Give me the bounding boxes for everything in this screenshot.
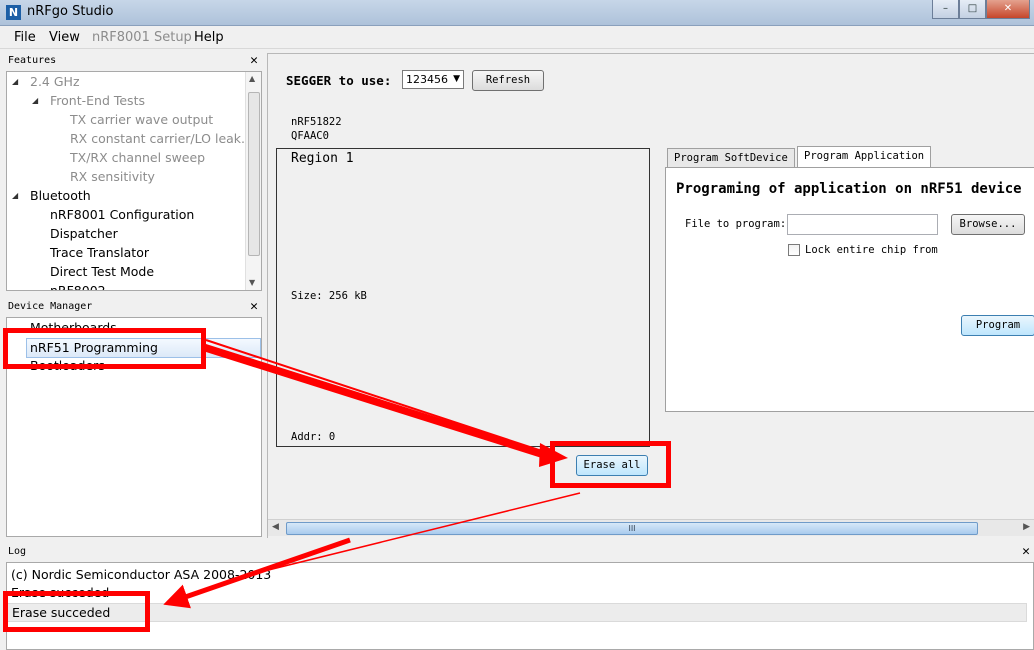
log-line-selected: Erase succeded <box>7 603 1027 622</box>
file-to-program-input[interactable] <box>787 214 938 235</box>
tree-item-dispatcher[interactable]: Dispatcher <box>50 226 118 245</box>
scroll-up-icon[interactable]: ▲ <box>249 74 255 83</box>
maximize-button[interactable]: □ <box>959 0 986 19</box>
window-controls: – □ ✕ <box>932 0 1030 19</box>
features-title: Features <box>8 55 57 66</box>
tree-item-trace-translator[interactable]: Trace Translator <box>50 245 149 264</box>
annotation-box-device <box>3 328 206 369</box>
log-title: Log <box>8 546 27 557</box>
device-manager-title: Device Manager <box>8 301 93 312</box>
tree-item-front-end-tests[interactable]: Front-End Tests <box>50 93 145 112</box>
program-title: Programing of application on nRF51 devic… <box>676 181 1022 197</box>
log-header: Log ✕ <box>6 543 1034 561</box>
scrollbar-thumb[interactable] <box>248 92 260 256</box>
menu-nrf8001-setup[interactable]: nRF8001 Setup <box>92 30 192 45</box>
file-to-program-label: File to program: <box>685 218 787 230</box>
app-logo-icon: N <box>6 5 21 20</box>
dropdown-arrow-icon: ▼ <box>453 74 460 84</box>
expand-arrow-icon[interactable]: ◢ <box>12 191 18 200</box>
window-title: nRFgo Studio <box>27 4 114 19</box>
scrollbar-thumb[interactable]: III <box>286 522 978 535</box>
tree-item-rx-constant-carrier[interactable]: RX constant carrier/LO leak... <box>70 131 253 150</box>
annotation-box-log <box>3 591 150 632</box>
chip-variant: QFAAC0 <box>291 130 329 142</box>
scroll-right-icon[interactable]: ▶ <box>1023 522 1030 532</box>
minimize-button[interactable]: – <box>932 0 959 19</box>
main-horizontal-scrollbar[interactable]: ◀ III ▶ <box>268 519 1034 536</box>
close-window-button[interactable]: ✕ <box>986 0 1030 19</box>
tree-item-tx-carrier[interactable]: TX carrier wave output <box>70 112 213 131</box>
scroll-down-icon[interactable]: ▼ <box>249 278 255 287</box>
device-manager-close-icon[interactable]: ✕ <box>250 298 258 315</box>
expand-arrow-icon[interactable]: ◢ <box>32 96 38 105</box>
segger-select-value: 123456 <box>406 73 448 86</box>
memory-region-box: Region 1 Size: 256 kB Addr: 0 <box>276 148 650 447</box>
menu-help[interactable]: Help <box>194 30 224 45</box>
log-panel: (c) Nordic Semiconductor ASA 2008-2013 E… <box>6 562 1034 650</box>
device-manager-header: Device Manager ✕ <box>6 298 262 316</box>
chip-name: nRF51822 <box>291 116 342 128</box>
tree-item-channel-sweep[interactable]: TX/RX channel sweep <box>70 150 205 169</box>
browse-button[interactable]: Browse... <box>951 214 1025 235</box>
menu-file[interactable]: File <box>14 30 36 45</box>
menu-bar: File View nRF8001 Setup Help <box>0 26 1034 49</box>
program-application-panel: Programing of application on nRF51 devic… <box>665 167 1034 412</box>
region-address: Addr: 0 <box>291 431 336 443</box>
expand-arrow-icon[interactable]: ◢ <box>12 77 18 86</box>
tab-program-application[interactable]: Program Application <box>797 146 932 168</box>
lock-chip-label: Lock entire chip from <box>805 244 938 256</box>
tree-item-nrf8002[interactable]: nRF8002 <box>50 283 106 290</box>
title-bar: N nRFgo Studio – □ ✕ <box>0 0 1034 26</box>
features-header: Features ✕ <box>6 52 262 70</box>
region-size: Size: 256 kB <box>291 290 367 302</box>
tree-item-direct-test-mode[interactable]: Direct Test Mode <box>50 264 154 283</box>
menu-view[interactable]: View <box>49 30 80 45</box>
segger-select[interactable]: 123456 ▼ <box>402 70 464 89</box>
segger-label: SEGGER to use: <box>286 73 392 88</box>
program-button[interactable]: Program <box>961 315 1034 336</box>
lock-chip-checkbox[interactable] <box>788 244 800 256</box>
log-close-icon[interactable]: ✕ <box>1022 543 1030 560</box>
region-title: Region 1 <box>291 151 354 166</box>
log-line: (c) Nordic Semiconductor ASA 2008-2013 <box>11 567 272 582</box>
tree-item-rx-sensitivity[interactable]: RX sensitivity <box>70 169 155 188</box>
features-tree: ◢ 2.4 GHz ◢ Front-End Tests TX carrier w… <box>6 71 262 291</box>
tree-item-2-4ghz[interactable]: 2.4 GHz <box>30 74 80 93</box>
features-close-icon[interactable]: ✕ <box>250 52 258 69</box>
features-scrollbar[interactable]: ▲ ▼ <box>245 72 261 290</box>
annotation-box-erase <box>550 441 671 488</box>
tab-program-softdevice[interactable]: Program SoftDevice <box>667 148 795 168</box>
scroll-left-icon[interactable]: ◀ <box>272 522 279 532</box>
tree-item-nrf8001-configuration[interactable]: nRF8001 Configuration <box>50 207 194 226</box>
tree-item-bluetooth[interactable]: Bluetooth <box>30 188 91 207</box>
refresh-button[interactable]: Refresh <box>472 70 544 91</box>
